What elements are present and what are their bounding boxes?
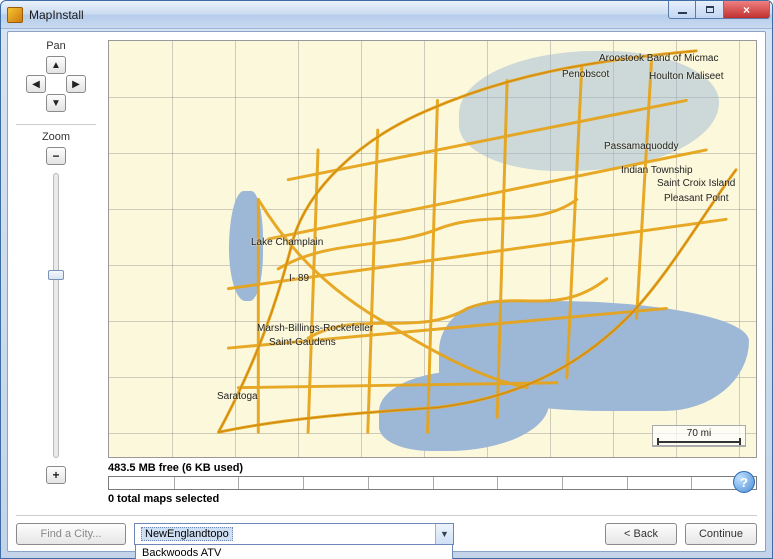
maximize-button[interactable] [696,1,724,19]
map-place-label: Saint Croix Island [657,178,735,189]
window-controls: × [668,1,770,19]
maps-selected-count: 0 total maps selected [108,493,757,505]
window-title: MapInstall [29,8,84,22]
app-window: MapInstall × Pan ▲ ◀ ▶ ▼ Zoom − [0,0,773,559]
zoom-out-button[interactable]: − [46,147,66,165]
map-viewport[interactable]: Aroostook Band of Micmac Penobscot Houlton… [108,40,757,458]
product-option[interactable]: Backwoods ATV [136,545,452,559]
map-place-label: Penobscot [562,69,609,80]
find-city-button[interactable]: Find a City... [16,523,126,545]
bottom-bar: Find a City... NewEnglandtopo ▼ Backwood… [16,515,757,545]
map-place-label: Saint-Gaudens [269,337,336,348]
map-place-label: Pleasant Point [664,193,729,204]
pan-pad: ▲ ◀ ▶ ▼ [26,56,86,116]
scale-label: 70 mi [687,428,711,439]
minimize-button[interactable] [668,1,696,19]
chevron-down-icon: ▼ [435,524,453,544]
back-button[interactable]: < Back [605,523,677,545]
continue-button[interactable]: Continue [685,523,757,545]
pan-up-button[interactable]: ▲ [46,56,66,74]
zoom-slider-thumb[interactable] [48,270,64,280]
pan-right-button[interactable]: ▶ [66,75,86,93]
product-dropdown-list[interactable]: Backwoods ATV [135,545,453,559]
client-area: Pan ▲ ◀ ▶ ▼ Zoom − + [7,31,766,552]
zoom-label: Zoom [42,131,70,143]
pan-down-button[interactable]: ▼ [46,94,66,112]
product-select[interactable]: NewEnglandtopo ▼ Backwoods ATV [134,523,454,545]
map-place-label: Aroostook Band of Micmac [599,53,719,64]
map-place-label: Saratoga [217,391,258,402]
map-place-label: Indian Township [621,165,693,176]
pan-label: Pan [46,40,66,52]
map-place-label: Passamaquoddy [604,141,679,152]
product-selected-value: NewEnglandtopo [141,527,233,541]
zoom-slider[interactable] [53,173,59,458]
close-button[interactable]: × [724,1,770,19]
help-button[interactable]: ? [733,471,755,493]
storage-panel: 483.5 MB free (6 KB used) 0 total maps s… [108,462,757,505]
zoom-group: Zoom − + [16,124,96,484]
zoom-in-button[interactable]: + [46,466,66,484]
scale-bar: 70 mi [652,425,746,447]
map-place-label: Marsh-Billings-Rockefeller [257,323,373,334]
app-icon [7,7,23,23]
map-place-label: Lake Champlain [251,237,323,248]
storage-bar [108,476,757,490]
sidebar: Pan ▲ ◀ ▶ ▼ Zoom − + [16,40,96,505]
titlebar: MapInstall × [1,1,772,29]
storage-status: 483.5 MB free (6 KB used) [108,462,757,474]
pan-left-button[interactable]: ◀ [26,75,46,93]
map-place-label: I- 89 [289,273,309,284]
map-place-label: Houlton Maliseet [649,71,723,82]
